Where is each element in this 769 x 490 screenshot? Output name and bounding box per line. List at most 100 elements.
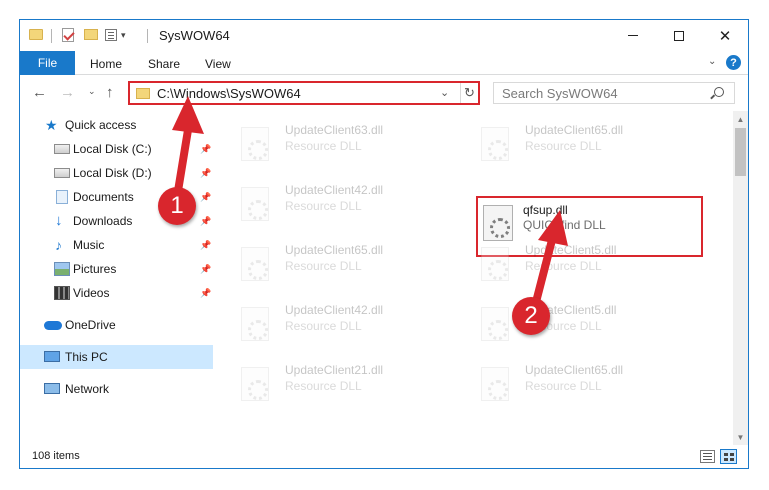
step-badge-2: 2 [512, 297, 550, 335]
dll-file-icon [481, 307, 509, 341]
tab-file[interactable]: File [20, 51, 75, 75]
file-type: Resource DLL [285, 379, 362, 393]
nav-item-videos[interactable]: Videos 📌 [20, 281, 213, 305]
dll-file-icon [241, 187, 269, 221]
documents-icon [56, 190, 68, 204]
nav-item-onedrive[interactable]: OneDrive [20, 313, 213, 337]
nav-item-label: Local Disk (D:) [73, 166, 152, 180]
ribbon-tabs: File Home Share View ⌄ ? [20, 51, 748, 75]
dll-file-icon [241, 247, 269, 281]
nav-item-label: Quick access [65, 118, 137, 132]
minimize-icon [628, 35, 638, 36]
help-icon[interactable]: ? [726, 55, 741, 70]
dll-file-icon [481, 247, 509, 281]
network-icon [44, 383, 60, 394]
file-name: UpdateClient5.dll [525, 243, 617, 257]
nav-item-network[interactable]: Network [20, 377, 213, 401]
recent-locations-button[interactable]: ⌄ [88, 86, 96, 97]
folder-icon [29, 29, 43, 40]
disk-icon [54, 168, 70, 178]
nav-item-label: Videos [73, 286, 110, 300]
pin-icon[interactable]: 📌 [200, 240, 211, 251]
nav-item-label: Pictures [73, 262, 117, 276]
pin-icon[interactable]: 📌 [200, 264, 211, 275]
large-icons-view-icon[interactable] [720, 449, 737, 464]
vertical-scrollbar[interactable]: ▲ ▼ [733, 111, 748, 445]
file-type: Resource DLL [525, 139, 602, 153]
tab-view[interactable]: View [205, 57, 231, 71]
maximize-button[interactable] [656, 20, 702, 51]
expand-ribbon-icon[interactable]: ⌄ [708, 56, 716, 67]
folder-icon [136, 88, 150, 99]
nav-item-music[interactable]: ♪ Music 📌 [20, 233, 213, 257]
file-item[interactable]: UpdateClient65.dll Resource DLL [241, 243, 441, 295]
address-bar[interactable]: C:\Windows\SysWOW64 ⌄ ↻ [128, 81, 480, 105]
tab-share[interactable]: Share [148, 57, 180, 71]
properties-icon[interactable] [105, 29, 117, 41]
videos-icon [54, 286, 70, 300]
file-item[interactable]: UpdateClient42.dll Resource DLL [241, 303, 441, 355]
file-item[interactable]: UpdateClient5.dll Resource DLL [481, 243, 681, 295]
address-dropdown-icon[interactable]: ⌄ [440, 86, 449, 99]
navigation-row: ← → ⌄ ↑ C:\Windows\SysWOW64 ⌄ ↻ Search S… [20, 75, 748, 111]
file-item[interactable]: UpdateClient42.dll Resource DLL [241, 183, 441, 235]
search-input[interactable]: Search SysWOW64 [493, 82, 735, 104]
details-view-icon[interactable] [700, 450, 715, 463]
toolbar-separator [51, 29, 52, 43]
file-item[interactable]: UpdateClient63.dll Resource DLL [241, 123, 441, 175]
refresh-button[interactable]: ↻ [460, 83, 478, 103]
scroll-up-icon[interactable]: ▲ [733, 111, 748, 127]
music-icon: ♪ [55, 237, 62, 253]
back-button[interactable]: ← [32, 84, 47, 101]
nav-item-local-disk-c[interactable]: Local Disk (C:) 📌 [20, 137, 213, 161]
nav-item-this-pc[interactable]: This PC [20, 345, 213, 369]
nav-item-label: Local Disk (C:) [73, 142, 152, 156]
nav-item-local-disk-d[interactable]: Local Disk (D:) 📌 [20, 161, 213, 185]
downloads-icon: ↓ [55, 212, 63, 229]
nav-item-label: Downloads [73, 214, 133, 228]
dll-file-icon [481, 127, 509, 161]
file-type: Resource DLL [285, 199, 362, 213]
pin-icon[interactable]: 📌 [200, 192, 211, 203]
file-name: UpdateClient65.dll [285, 243, 384, 257]
nav-item-label: Network [65, 382, 110, 396]
nav-item-pictures[interactable]: Pictures 📌 [20, 257, 213, 281]
onedrive-icon [44, 321, 62, 330]
close-button[interactable]: ✕ [702, 20, 748, 51]
file-name: UpdateClient65.dll [525, 363, 624, 377]
pin-icon[interactable]: 📌 [200, 144, 211, 155]
properties-check-icon[interactable] [62, 28, 74, 42]
file-list: UpdateClient63.dll Resource DLL UpdateCl… [213, 111, 748, 445]
forward-button[interactable]: → [60, 84, 75, 101]
tab-home[interactable]: Home [90, 57, 122, 71]
star-icon: ★ [45, 117, 58, 133]
nav-item-quick-access[interactable]: ★ Quick access [20, 113, 213, 137]
dll-file-icon [241, 307, 269, 341]
search-placeholder: Search SysWOW64 [502, 86, 618, 101]
step-badge-1: 1 [158, 187, 196, 225]
file-item[interactable]: UpdateClient21.dll Resource DLL [241, 363, 441, 415]
file-name: UpdateClient21.dll [285, 363, 384, 377]
pin-icon[interactable]: 📌 [200, 168, 211, 179]
pin-icon[interactable]: 📌 [200, 216, 211, 227]
file-name: UpdateClient42.dll [285, 303, 384, 317]
file-item[interactable]: UpdateClient65.dll Resource DLL [481, 123, 681, 175]
item-count: 108 items [32, 450, 80, 462]
dll-file-icon [483, 205, 513, 241]
maximize-icon [674, 30, 684, 41]
minimize-button[interactable] [610, 20, 656, 51]
scroll-thumb[interactable] [735, 128, 746, 176]
explorer-window: ▾ SysWOW64 ✕ File Home Share View ⌄ ? ← … [19, 19, 749, 469]
new-folder-icon[interactable] [84, 29, 98, 40]
scroll-down-icon[interactable]: ▼ [733, 429, 748, 445]
pin-icon[interactable]: 📌 [200, 288, 211, 299]
file-name: UpdateClient42.dll [285, 183, 384, 197]
customize-quick-access-dropdown[interactable]: ▾ [121, 30, 126, 41]
up-button[interactable]: ↑ [106, 84, 114, 101]
file-type: QUICKfind DLL [523, 218, 606, 232]
file-item[interactable]: UpdateClient5.dll Resource DLL [481, 303, 681, 355]
search-icon[interactable] [714, 87, 724, 97]
address-path[interactable]: C:\Windows\SysWOW64 [157, 86, 301, 101]
file-item[interactable]: UpdateClient65.dll Resource DLL [481, 363, 681, 415]
nav-item-label: This PC [65, 350, 108, 364]
